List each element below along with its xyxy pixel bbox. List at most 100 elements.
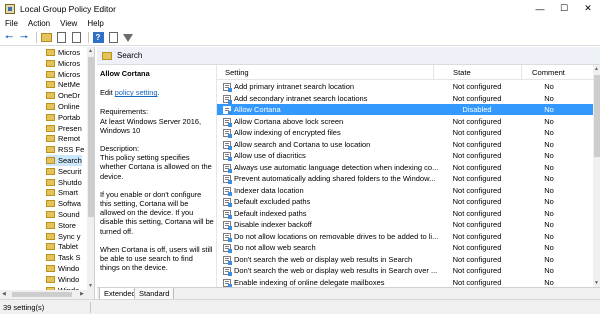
policy-state: Not configured bbox=[452, 254, 502, 264]
help-icon[interactable]: ? bbox=[92, 32, 104, 44]
policy-row[interactable]: Default indexed paths Not configured No bbox=[217, 208, 593, 219]
policy-comment: No bbox=[544, 185, 554, 195]
scroll-left-icon[interactable]: ◀ bbox=[2, 291, 6, 297]
policy-row[interactable]: Indexer data location Not configured No bbox=[217, 185, 593, 196]
filter-icon[interactable] bbox=[122, 32, 134, 44]
tree-item-label: RSS Fe bbox=[58, 145, 85, 155]
policy-state: Not configured bbox=[452, 162, 502, 172]
policy-setting-name: Disable indexer backoff bbox=[234, 220, 312, 229]
tree-item[interactable]: NetMe bbox=[46, 79, 80, 90]
policy-setting-icon bbox=[223, 106, 232, 115]
tree-item[interactable]: Micros bbox=[46, 58, 80, 69]
policy-row[interactable]: Allow Cortana above lock screen Not confi… bbox=[217, 116, 593, 127]
column-header-comment[interactable]: Comment bbox=[532, 65, 565, 80]
policy-row[interactable]: Prevent automatically adding shared fold… bbox=[217, 173, 593, 184]
menu-file[interactable]: File bbox=[0, 19, 23, 28]
policy-state: Disabled bbox=[462, 105, 492, 114]
folder-icon bbox=[46, 243, 55, 251]
policy-row[interactable]: Add primary intranet search location Not … bbox=[217, 81, 593, 92]
policy-row[interactable]: Do not allow locations on removable driv… bbox=[217, 231, 593, 242]
tree-item-label: Remot bbox=[58, 134, 81, 144]
list-vertical-scrollbar[interactable]: ▲ ▼ bbox=[593, 65, 600, 287]
properties-icon[interactable] bbox=[107, 32, 119, 44]
column-header-state[interactable]: State bbox=[453, 65, 471, 80]
tree-item[interactable]: Sound bbox=[46, 209, 80, 220]
requirements-text: At least Windows Server 2016, Windows 10 bbox=[100, 116, 202, 135]
maximize-button[interactable]: ☐ bbox=[552, 0, 576, 17]
tree-item[interactable]: Shutdo bbox=[46, 177, 82, 188]
view-tabs: Extended Standard bbox=[97, 287, 600, 300]
tree-hscroll-thumb[interactable] bbox=[12, 292, 72, 297]
tree-item-label: Securit bbox=[58, 166, 82, 176]
tree-item[interactable]: Portab bbox=[46, 112, 80, 123]
tree-item[interactable]: Presen bbox=[46, 123, 82, 134]
tree-horizontal-scrollbar[interactable]: ◀ ▶ bbox=[0, 290, 94, 299]
export-list-icon[interactable] bbox=[70, 32, 82, 44]
policy-row[interactable]: Do not allow web search Not configured No bbox=[217, 242, 593, 253]
list-scroll-thumb[interactable] bbox=[594, 75, 600, 157]
tree-item-label: Task S bbox=[58, 253, 81, 263]
policy-row[interactable]: Allow indexing of encrypted files Not con… bbox=[217, 127, 593, 138]
menu-view[interactable]: View bbox=[55, 19, 82, 28]
forward-icon[interactable]: 🠒 bbox=[18, 32, 30, 44]
tree-item[interactable]: Search bbox=[46, 155, 82, 166]
policy-setting-name: Add primary intranet search location bbox=[234, 82, 355, 91]
scroll-right-icon[interactable]: ▶ bbox=[80, 291, 84, 297]
tree-item[interactable]: Micros bbox=[46, 69, 80, 80]
column-header-setting[interactable]: Setting bbox=[225, 65, 249, 80]
tree-item[interactable]: Micros bbox=[46, 47, 80, 58]
folder-icon bbox=[46, 59, 55, 67]
policy-state: Not configured bbox=[452, 220, 502, 229]
policy-row[interactable]: Allow use of diacritics Not configured No bbox=[217, 150, 593, 161]
settings-list: Setting State Comment Add primary intran… bbox=[216, 65, 600, 287]
policy-setting-name: Allow indexing of encrypted files bbox=[234, 128, 341, 137]
policy-state: Not configured bbox=[452, 277, 502, 287]
tree-item[interactable]: Remot bbox=[46, 133, 80, 144]
tree-item[interactable]: RSS Fe bbox=[46, 144, 84, 155]
tree-item[interactable]: Tablet bbox=[46, 241, 78, 252]
scroll-down-icon[interactable]: ▼ bbox=[594, 280, 599, 286]
folder-title: Search bbox=[117, 51, 143, 60]
tree-item[interactable]: Securit bbox=[46, 166, 81, 177]
policy-row[interactable]: Always use automatic language detection … bbox=[217, 162, 593, 173]
tree-item[interactable]: Online bbox=[46, 101, 80, 112]
tree-item[interactable]: Softwa bbox=[46, 198, 81, 209]
status-separator bbox=[90, 302, 91, 313]
policy-row[interactable]: Allow search and Cortana to use location… bbox=[217, 139, 593, 150]
scroll-up-icon[interactable]: ▲ bbox=[88, 48, 93, 54]
up-folder-icon[interactable] bbox=[40, 32, 52, 44]
tree-item[interactable]: Smart bbox=[46, 187, 78, 198]
column-divider[interactable] bbox=[521, 65, 522, 80]
policy-setting-name: Default indexed paths bbox=[234, 208, 307, 218]
column-divider[interactable] bbox=[433, 65, 434, 80]
folder-icon bbox=[46, 275, 55, 283]
policy-setting-icon bbox=[223, 186, 232, 196]
tree-item[interactable]: Windo bbox=[46, 263, 79, 274]
tree-scroll-thumb[interactable] bbox=[88, 57, 94, 217]
policy-row[interactable]: Enable indexing of online delegate mailb… bbox=[217, 277, 593, 287]
menu-help[interactable]: Help bbox=[82, 19, 108, 28]
policy-row[interactable]: Allow Cortana Disabled No bbox=[217, 104, 593, 115]
minimize-button[interactable]: — bbox=[528, 0, 552, 17]
edit-policy-link[interactable]: policy setting bbox=[115, 88, 158, 97]
tree-item[interactable]: Windo bbox=[46, 274, 79, 285]
policy-row[interactable]: Add secondary intranet search locations N… bbox=[217, 93, 593, 104]
show-hide-tree-icon[interactable] bbox=[55, 32, 67, 44]
tree-item[interactable]: Store bbox=[46, 220, 76, 231]
tree-item[interactable]: Task S bbox=[46, 252, 81, 263]
menu-action[interactable]: Action bbox=[23, 19, 55, 28]
tree-vertical-scrollbar[interactable]: ▲ ▼ bbox=[87, 47, 94, 290]
back-icon[interactable]: 🠐 bbox=[3, 32, 15, 44]
scroll-up-icon[interactable]: ▲ bbox=[594, 66, 599, 72]
tree-item[interactable]: OneDr bbox=[46, 90, 80, 101]
policy-row[interactable]: Don't search the web or display web resu… bbox=[217, 254, 593, 265]
close-button[interactable]: ✕ bbox=[576, 0, 600, 17]
policy-row[interactable]: Don't search the web or display web resu… bbox=[217, 265, 593, 276]
policy-row[interactable]: Disable indexer backoff Not configured No bbox=[217, 219, 593, 230]
policy-title: Allow Cortana bbox=[100, 69, 150, 78]
policy-row[interactable]: Default excluded paths Not configured No bbox=[217, 196, 593, 207]
folder-icon bbox=[46, 124, 55, 132]
policy-state: Not configured bbox=[452, 139, 502, 149]
tree-item[interactable]: Sync y bbox=[46, 231, 81, 242]
scroll-down-icon[interactable]: ▼ bbox=[88, 283, 93, 289]
